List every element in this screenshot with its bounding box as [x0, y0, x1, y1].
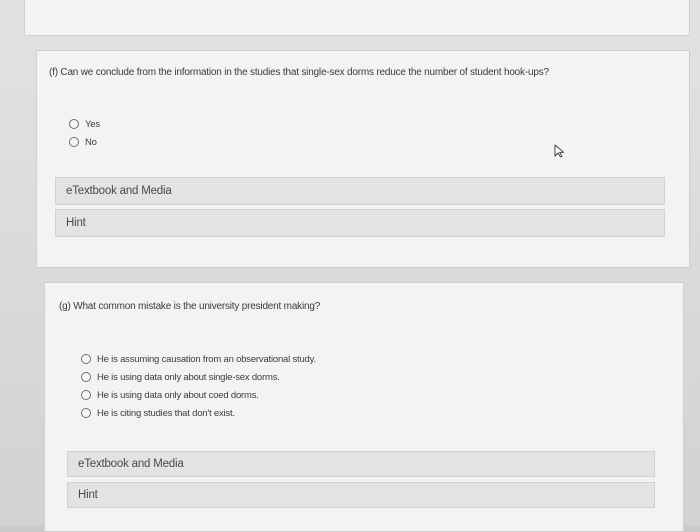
option-yes[interactable]: Yes: [69, 115, 100, 133]
question-f-text: (f) Can we conclude from the information…: [49, 67, 549, 78]
question-card-f: (f) Can we conclude from the information…: [36, 50, 690, 268]
etextbook-media-button[interactable]: eTextbook and Media: [55, 177, 665, 205]
question-g-text: (g) What common mistake is the universit…: [59, 301, 321, 312]
option-fake-studies[interactable]: He is citing studies that don't exist.: [81, 404, 316, 422]
radio-button[interactable]: [81, 372, 91, 382]
radio-button[interactable]: [81, 390, 91, 400]
option-label: He is using data only about coed dorms.: [97, 389, 259, 401]
option-label: Yes: [85, 118, 100, 130]
hint-button[interactable]: Hint: [55, 209, 665, 237]
option-label: He is using data only about single-sex d…: [97, 371, 280, 383]
radio-button[interactable]: [81, 408, 91, 418]
previous-question-card: [24, 0, 690, 36]
option-label: He is citing studies that don't exist.: [97, 407, 235, 419]
option-causation[interactable]: He is assuming causation from an observa…: [81, 350, 316, 368]
option-single-sex-data[interactable]: He is using data only about single-sex d…: [81, 368, 316, 386]
option-label: No: [85, 136, 97, 148]
radio-button[interactable]: [81, 354, 91, 364]
option-no[interactable]: No: [69, 133, 100, 151]
question-g-options: He is assuming causation from an observa…: [81, 350, 316, 422]
radio-button[interactable]: [69, 119, 79, 129]
option-coed-data[interactable]: He is using data only about coed dorms.: [81, 386, 316, 404]
etextbook-media-button[interactable]: eTextbook and Media: [67, 451, 655, 477]
mouse-pointer-icon: [554, 144, 565, 158]
radio-button[interactable]: [69, 137, 79, 147]
question-f-options: Yes No: [69, 115, 100, 151]
option-label: He is assuming causation from an observa…: [97, 353, 316, 365]
hint-button[interactable]: Hint: [67, 482, 655, 508]
question-card-g: (g) What common mistake is the universit…: [44, 282, 684, 532]
